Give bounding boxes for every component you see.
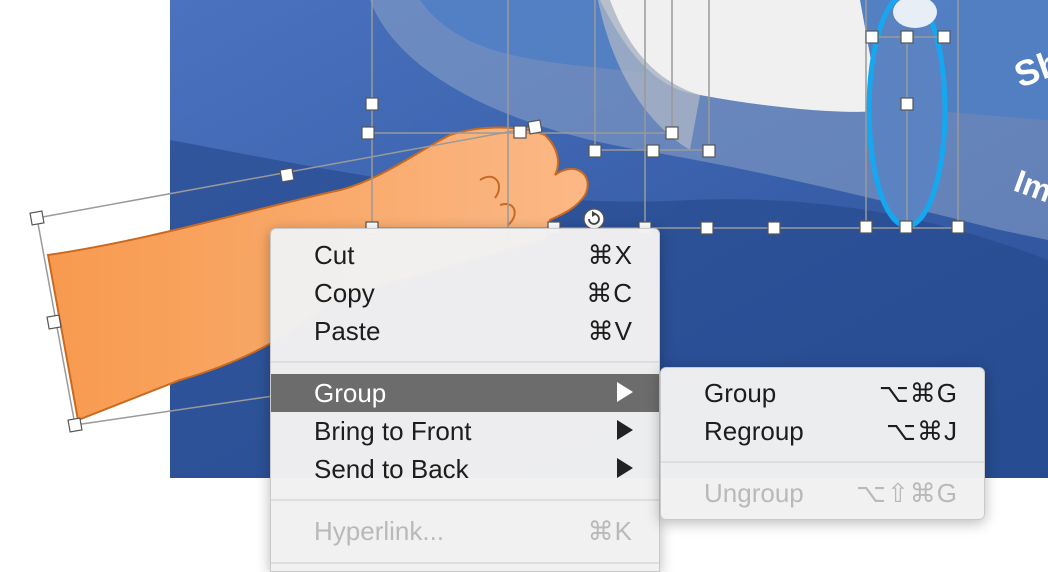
menu-item-label: Group bbox=[704, 378, 777, 408]
submenu-item-group[interactable]: Group ⌥⌘G bbox=[661, 374, 984, 412]
resize-handle bbox=[900, 97, 914, 111]
submenu-item-regroup[interactable]: Regroup ⌥⌘J bbox=[661, 412, 984, 450]
menu-separator bbox=[661, 461, 984, 463]
menu-separator bbox=[271, 499, 659, 501]
submenu-arrow-icon bbox=[617, 458, 633, 478]
resize-handle bbox=[767, 221, 781, 235]
group-submenu: Group ⌥⌘G Regroup ⌥⌘J Ungroup ⌥⇧⌘G bbox=[660, 367, 985, 520]
resize-handle bbox=[527, 119, 543, 135]
menu-item-label: Ungroup bbox=[704, 478, 804, 508]
resize-handle bbox=[702, 144, 716, 158]
menu-item-label: Regroup bbox=[704, 416, 804, 446]
menu-item-shortcut: ⌥⌘J bbox=[886, 416, 958, 446]
resize-handle bbox=[513, 125, 527, 139]
menu-item-label: Cut bbox=[314, 240, 355, 270]
menu-item-shortcut: ⌘V bbox=[587, 316, 633, 346]
resize-handle bbox=[29, 210, 45, 226]
resize-handle bbox=[588, 144, 602, 158]
submenu-item-ungroup: Ungroup ⌥⇧⌘G bbox=[661, 474, 984, 512]
context-menu: Cut ⌘X Copy ⌘C Paste ⌘V Group Bring to F… bbox=[270, 228, 660, 572]
resize-handle bbox=[900, 30, 914, 44]
menu-separator bbox=[271, 361, 659, 363]
menu-item-label: Group bbox=[314, 378, 387, 408]
resize-handle bbox=[859, 220, 873, 234]
resize-handle bbox=[67, 417, 83, 433]
menu-item-shortcut: ⌘K bbox=[587, 516, 633, 546]
resize-handle bbox=[899, 220, 913, 234]
rotate-handle-icon[interactable] bbox=[583, 208, 605, 230]
menu-item-label: Paste bbox=[314, 316, 381, 346]
menu-item-shortcut: ⌥⌘G bbox=[878, 378, 958, 408]
menu-item-label: Send to Back bbox=[314, 454, 469, 484]
menu-item-label: Copy bbox=[314, 278, 375, 308]
menu-item-send-to-back[interactable]: Send to Back bbox=[271, 450, 659, 488]
menu-item-label: Hyperlink... bbox=[314, 516, 445, 546]
submenu-arrow-icon bbox=[617, 420, 633, 440]
menu-item-group[interactable]: Group bbox=[271, 374, 659, 412]
menu-item-shortcut: ⌥⇧⌘G bbox=[856, 478, 958, 508]
resize-handle bbox=[665, 126, 679, 140]
resize-handle bbox=[700, 221, 714, 235]
resize-handle bbox=[279, 167, 295, 183]
menu-item-hyperlink: Hyperlink... ⌘K bbox=[271, 512, 659, 550]
menu-item-paste[interactable]: Paste ⌘V bbox=[271, 312, 659, 350]
menu-item-copy[interactable]: Copy ⌘C bbox=[271, 274, 659, 312]
resize-handle bbox=[46, 314, 62, 330]
menu-item-bring-to-front[interactable]: Bring to Front bbox=[271, 412, 659, 450]
submenu-arrow-icon bbox=[617, 382, 633, 402]
resize-handle bbox=[951, 220, 965, 234]
resize-handle bbox=[865, 30, 879, 44]
menu-item-shortcut: ⌘X bbox=[587, 240, 633, 270]
resize-handle bbox=[365, 97, 379, 111]
menu-item-shortcut: ⌘C bbox=[586, 278, 633, 308]
menu-item-cut[interactable]: Cut ⌘X bbox=[271, 236, 659, 274]
menu-item-label: Bring to Front bbox=[314, 416, 472, 446]
resize-handle bbox=[361, 126, 375, 140]
resize-handle bbox=[937, 30, 951, 44]
resize-handle bbox=[646, 144, 660, 158]
